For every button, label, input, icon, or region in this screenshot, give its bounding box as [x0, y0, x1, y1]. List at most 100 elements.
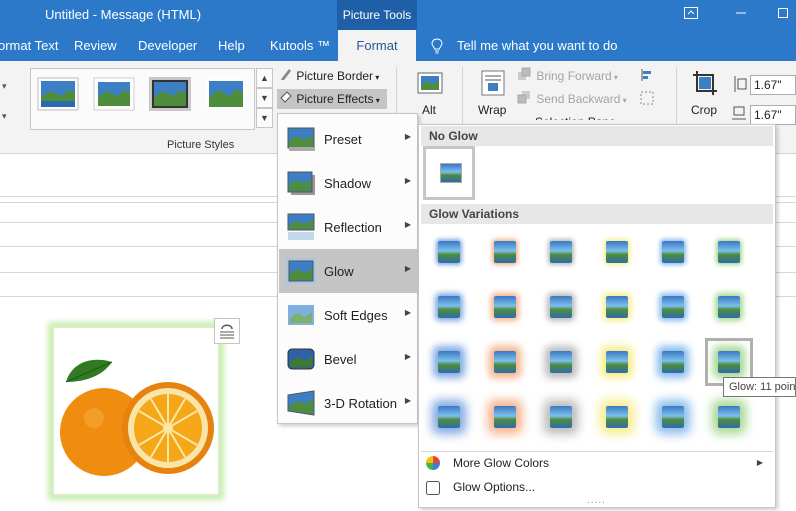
- picture-style-2[interactable]: [93, 77, 135, 111]
- orange-image: [54, 328, 218, 494]
- glow-preview-icon: [438, 296, 460, 318]
- height-input[interactable]: 1.67": [750, 75, 796, 95]
- glow-preview-icon: [718, 406, 740, 428]
- glow-variation-r2-c2[interactable]: [481, 283, 529, 331]
- picture-styles-group-label: Picture Styles: [167, 139, 235, 151]
- minimize-button[interactable]: [730, 4, 752, 24]
- picture-style-3[interactable]: [149, 77, 191, 111]
- glow-preview-icon: [550, 296, 572, 318]
- alt-text-button[interactable]: Alt: [414, 69, 446, 119]
- effects-reflection[interactable]: Reflection ▶: [279, 205, 417, 249]
- tab-kutools[interactable]: Kutools ™: [270, 30, 330, 61]
- preset-icon: [286, 125, 316, 153]
- tab-format[interactable]: Format: [338, 30, 416, 61]
- ribbon-display-options-icon[interactable]: [680, 4, 702, 24]
- no-glow-option[interactable]: [423, 146, 475, 200]
- effects-bevel[interactable]: Bevel ▶: [279, 337, 417, 381]
- width-input[interactable]: 1.67": [750, 105, 796, 125]
- picture-styles-gallery: [30, 68, 255, 130]
- effects-soft-edges[interactable]: Soft Edges ▶: [279, 293, 417, 337]
- picture-tools-context-label: Picture Tools: [337, 0, 417, 30]
- glow-variation-r4-c4[interactable]: [593, 393, 641, 441]
- glow-preview-icon: [494, 351, 516, 373]
- effects-3d-rotation[interactable]: 3-D Rotation ▶: [279, 381, 417, 425]
- glow-variation-r2-c5[interactable]: [649, 283, 697, 331]
- glow-variation-r4-c1[interactable]: [425, 393, 473, 441]
- glow-options-icon: [426, 480, 440, 502]
- glow-variation-r1-c3[interactable]: [537, 228, 585, 276]
- picture-style-1[interactable]: [37, 77, 79, 111]
- no-glow-header: No Glow: [421, 126, 773, 146]
- glow-variation-r4-c3[interactable]: [537, 393, 585, 441]
- maximize-button[interactable]: [772, 4, 794, 24]
- glow-variation-r1-c1[interactable]: [425, 228, 473, 276]
- glow-variation-r2-c4[interactable]: [593, 283, 641, 331]
- picture-thumbnail-icon: [440, 163, 462, 183]
- tab-format-text[interactable]: ormat Text: [0, 30, 58, 61]
- send-backward-button[interactable]: Send Backward ▾: [517, 89, 627, 109]
- glow-variation-r2-c1[interactable]: [425, 283, 473, 331]
- picture-effects-icon: [279, 90, 293, 110]
- glow-preview-icon: [606, 351, 628, 373]
- group-icon[interactable]: [640, 91, 654, 108]
- gallery-scroll-down[interactable]: ▼: [256, 88, 273, 108]
- picture-border-button[interactable]: Picture Border ▾: [279, 66, 379, 86]
- submenu-arrow-icon: ▶: [404, 220, 411, 229]
- glow-variation-r4-c5[interactable]: [649, 393, 697, 441]
- effects-shadow[interactable]: Shadow ▶: [279, 161, 417, 205]
- glow-variation-r4-c2[interactable]: [481, 393, 529, 441]
- wrap-text-button[interactable]: Wrap: [476, 69, 512, 119]
- 3d-rotation-icon: [286, 389, 316, 417]
- resize-grip-icon[interactable]: .....: [587, 495, 606, 506]
- window-title: Untitled - Message (HTML): [45, 7, 202, 22]
- collapsed-group-arrow-icon[interactable]: ▾: [2, 111, 7, 122]
- glow-variation-r1-c4[interactable]: [593, 228, 641, 276]
- selection-pane-button[interactable]: Selection Pane: [535, 112, 616, 120]
- send-backward-icon: [517, 90, 533, 110]
- glow-variation-r3-c1[interactable]: [425, 338, 473, 386]
- tab-review[interactable]: Review: [74, 30, 117, 61]
- collapsed-group-arrow-icon[interactable]: ▾: [2, 81, 7, 92]
- glow-preview-icon: [550, 351, 572, 373]
- tell-me-search[interactable]: Tell me what you want to do: [457, 30, 617, 61]
- glow-variation-r4-c6[interactable]: [705, 393, 753, 441]
- reflection-icon: [286, 213, 316, 241]
- effects-preset[interactable]: Preset ▶: [279, 117, 417, 161]
- glow-variation-r1-c2[interactable]: [481, 228, 529, 276]
- glow-icon: [286, 257, 316, 285]
- gallery-more-button[interactable]: ▼: [256, 108, 273, 128]
- glow-preview-icon: [662, 351, 684, 373]
- gallery-scroll-up[interactable]: ▲: [256, 68, 273, 88]
- glow-preview-icon: [662, 406, 684, 428]
- glow-variation-r3-c3[interactable]: [537, 338, 585, 386]
- layout-options-button[interactable]: [214, 318, 240, 344]
- shadow-icon: [286, 169, 316, 197]
- outlook-message-window: Untitled - Message (HTML) Picture Tools …: [0, 0, 796, 511]
- glow-variation-r3-c4[interactable]: [593, 338, 641, 386]
- bevel-icon: [286, 345, 316, 373]
- picture-style-4[interactable]: [205, 77, 247, 111]
- tab-developer[interactable]: Developer: [138, 30, 197, 61]
- bring-forward-button[interactable]: Bring Forward ▾: [517, 66, 618, 86]
- glow-preview-icon: [718, 241, 740, 263]
- glow-gallery-panel: No Glow Glow Variations More Glow Colors…: [418, 124, 776, 508]
- more-glow-colors-item[interactable]: More Glow Colors ▶: [423, 452, 773, 474]
- height-icon: [731, 75, 747, 96]
- effects-glow[interactable]: Glow ▶: [279, 249, 417, 293]
- crop-button[interactable]: Crop: [689, 69, 723, 119]
- glow-variation-r3-c2[interactable]: [481, 338, 529, 386]
- tab-help[interactable]: Help: [218, 30, 245, 61]
- soft-edges-icon: [286, 301, 316, 329]
- glow-tooltip: Glow: 11 point: [723, 377, 796, 397]
- glow-variation-r2-c6[interactable]: [705, 283, 753, 331]
- glow-variation-r2-c3[interactable]: [537, 283, 585, 331]
- align-icon[interactable]: [640, 68, 654, 85]
- glow-preview-icon: [550, 241, 572, 263]
- selected-picture-orange[interactable]: [52, 326, 220, 496]
- submenu-arrow-icon: ▶: [404, 176, 411, 185]
- glow-variation-r3-c5[interactable]: [649, 338, 697, 386]
- picture-effects-button[interactable]: Picture Effects ▾: [277, 89, 387, 109]
- alt-text-icon: [416, 69, 446, 100]
- glow-variation-r1-c5[interactable]: [649, 228, 697, 276]
- glow-variation-r1-c6[interactable]: [705, 228, 753, 276]
